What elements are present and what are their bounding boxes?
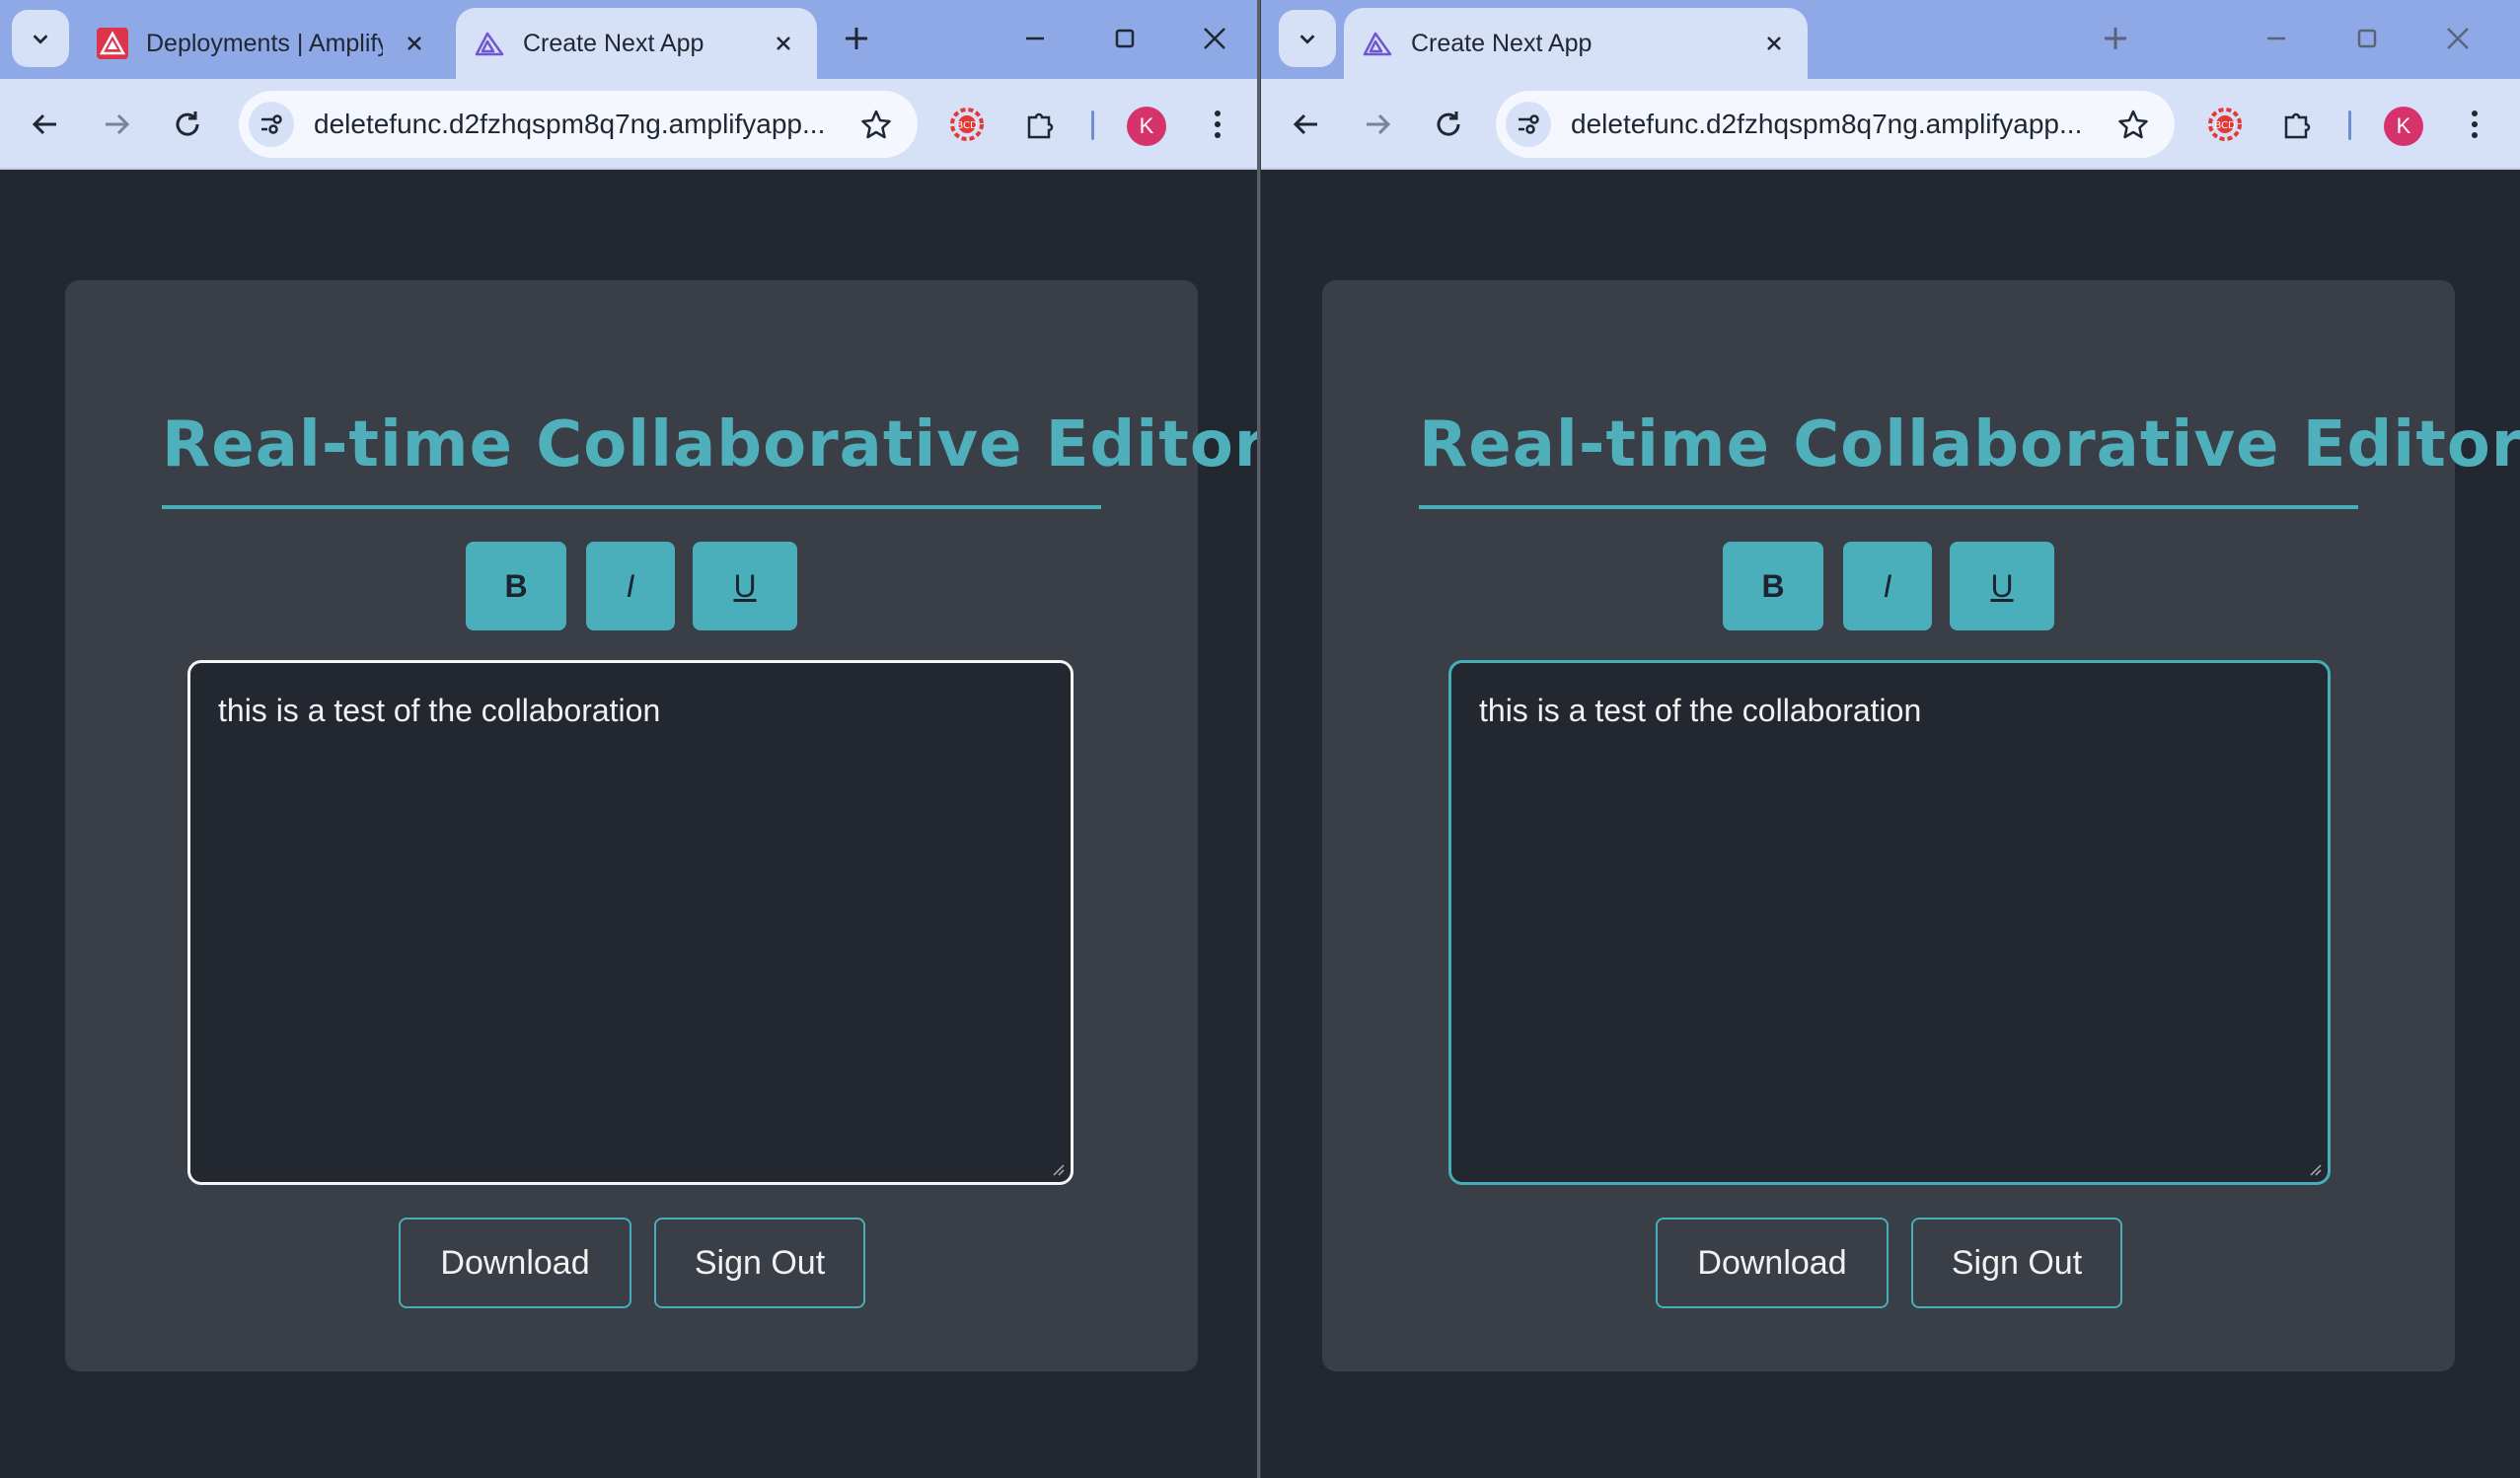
amplify-a-icon [474, 28, 505, 59]
editor-textarea[interactable]: this is a test of the collaboration [1448, 660, 2331, 1185]
chevron-down-icon [33, 35, 48, 44]
editor-card: Real-time Collaborative Editor B I U thi… [65, 280, 1260, 1371]
tab-strip: Create Next App [1261, 0, 2520, 79]
reload-icon [176, 111, 199, 136]
tab-title: Create Next App [1411, 29, 1593, 57]
title-divider [162, 505, 1101, 509]
amplify-a-icon [1362, 28, 1393, 59]
browser-toolbar: deletefunc.d2fzhqspm8q7ng.amplifyapp....… [1261, 79, 2520, 170]
back-button[interactable] [1283, 101, 1330, 148]
new-tab-button[interactable] [834, 16, 879, 61]
address-bar[interactable]: deletefunc.d2fzhqspm8q7ng.amplifyapp.... [239, 91, 918, 158]
window-close-button[interactable] [1192, 16, 1237, 61]
address-bar[interactable]: deletefunc.d2fzhqspm8q7ng.amplifyapp.... [1496, 91, 2175, 158]
minimize-icon [2267, 37, 2285, 40]
tab-search-button[interactable] [12, 10, 69, 67]
bold-button[interactable]: B [466, 542, 566, 630]
tab-create-next-app[interactable]: Create Next App [456, 8, 817, 79]
minimize-icon [1026, 37, 1044, 40]
close-icon[interactable] [399, 28, 430, 59]
plus-icon [846, 28, 867, 49]
bookmark-star-icon[interactable] [2110, 101, 2157, 148]
site-settings-icon[interactable] [1506, 102, 1551, 147]
tab-create-next-app[interactable]: Create Next App [1344, 8, 1808, 79]
forward-button[interactable] [93, 101, 140, 148]
editor-content: this is a test of the collaboration [218, 693, 661, 728]
download-button[interactable]: Download [1656, 1218, 1889, 1308]
toolbar-divider [2348, 111, 2351, 140]
tab-search-button[interactable] [1279, 10, 1336, 67]
reload-button[interactable] [164, 101, 211, 148]
screen: Deployments | Amplify Create Next App de… [0, 0, 2520, 1478]
bold-button[interactable]: B [1723, 542, 1823, 630]
maximize-icon [2357, 29, 2377, 48]
url-text: deletefunc.d2fzhqspm8q7ng.amplifyapp.... [314, 109, 827, 139]
profile-avatar[interactable]: K [1127, 107, 1166, 146]
extension-bcd-icon[interactable]: BCD [943, 101, 991, 148]
minimize-button[interactable] [2254, 16, 2299, 61]
arrow-right-icon [106, 113, 130, 135]
download-button[interactable]: Download [399, 1218, 631, 1308]
close-icon [1204, 28, 1225, 49]
more-menu-icon[interactable] [1194, 101, 1241, 148]
title-divider [1419, 505, 2358, 509]
arrow-right-icon [1367, 113, 1391, 135]
new-tab-button[interactable] [2093, 16, 2138, 61]
svg-text:BCD: BCD [2214, 120, 2236, 131]
browser-toolbar: deletefunc.d2fzhqspm8q7ng.amplifyapp....… [0, 79, 1257, 170]
resize-grip-icon[interactable] [1049, 1160, 1065, 1176]
editor-textarea[interactable]: this is a test of the collaboration [187, 660, 1074, 1185]
extension-bcd-icon[interactable]: BCD [2201, 101, 2249, 148]
editor-card: Real-time Collaborative Editor B I U thi… [1322, 280, 2520, 1371]
arrow-left-icon [32, 113, 56, 135]
forward-button[interactable] [1354, 101, 1401, 148]
more-menu-icon[interactable] [2451, 101, 2498, 148]
page-title: Real-time Collaborative Editor [162, 408, 1260, 481]
tab-title: Create Next App [523, 29, 704, 57]
page-title: Real-time Collaborative Editor [1419, 408, 2520, 481]
browser-window-right: Create Next App deletefunc.d2fzhqspm8q7n… [1260, 0, 2520, 1478]
browser-window-left: Deployments | Amplify Create Next App de… [0, 0, 1260, 1478]
extensions-puzzle-icon[interactable] [1016, 101, 1064, 148]
tab-strip: Deployments | Amplify Create Next App [0, 0, 1257, 79]
url-text: deletefunc.d2fzhqspm8q7ng.amplifyapp.... [1571, 109, 2084, 139]
plus-icon [2105, 28, 2126, 49]
tab-title: Deployments | Amplify [146, 29, 383, 57]
italic-button[interactable]: I [1843, 542, 1932, 630]
toolbar-divider [1091, 111, 1094, 140]
chevron-down-icon [1299, 35, 1315, 44]
profile-avatar[interactable]: K [2384, 107, 2423, 146]
extensions-puzzle-icon[interactable] [2273, 101, 2321, 148]
reload-icon [1437, 111, 1460, 136]
reload-button[interactable] [1425, 101, 1472, 148]
maximize-icon [1115, 29, 1135, 48]
editor-content: this is a test of the collaboration [1479, 693, 1922, 728]
sign-out-button[interactable]: Sign Out [1911, 1218, 2122, 1308]
underline-button[interactable]: U [693, 542, 797, 630]
minimize-button[interactable] [1012, 16, 1058, 61]
aws-amplify-icon [97, 28, 128, 59]
maximize-button[interactable] [2344, 16, 2390, 61]
site-settings-icon[interactable] [249, 102, 294, 147]
tab-deployments[interactable]: Deployments | Amplify [73, 8, 448, 79]
italic-button[interactable]: I [586, 542, 675, 630]
window-close-button[interactable] [2435, 16, 2481, 61]
sign-out-button[interactable]: Sign Out [654, 1218, 865, 1308]
svg-text:BCD: BCD [956, 120, 978, 131]
close-icon [2447, 28, 2469, 49]
close-icon[interactable] [768, 28, 799, 59]
underline-button[interactable]: U [1950, 542, 2054, 630]
bookmark-star-icon[interactable] [852, 101, 900, 148]
maximize-button[interactable] [1102, 16, 1148, 61]
back-button[interactable] [22, 101, 69, 148]
resize-grip-icon[interactable] [2306, 1160, 2322, 1176]
close-icon[interactable] [1758, 28, 1790, 59]
arrow-left-icon [1293, 113, 1317, 135]
